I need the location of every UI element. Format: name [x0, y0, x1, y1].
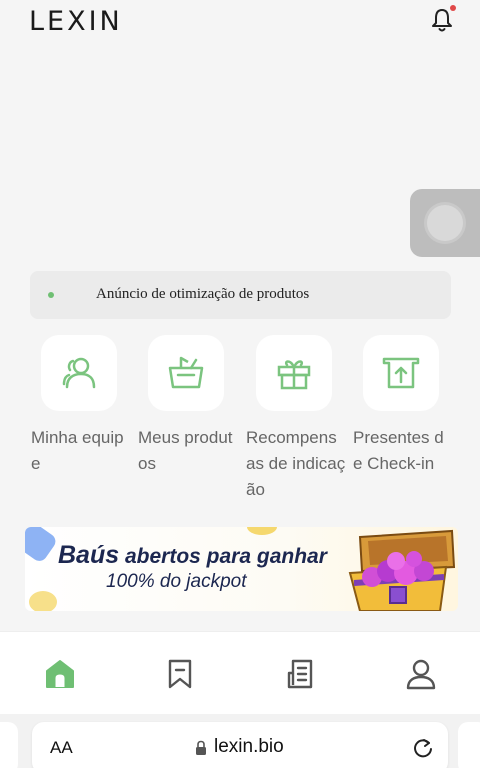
app-logo: LEXIN [29, 6, 123, 37]
banner-highlight: Baús [58, 541, 120, 569]
feature-icon-box [148, 335, 224, 411]
bottom-navigation [0, 631, 480, 714]
coin-decoration [247, 527, 277, 535]
gem-decoration [25, 527, 59, 565]
banner-headline-rest: abertos para ganhar [119, 545, 327, 568]
gift-icon [277, 360, 311, 390]
feature-icon-box [41, 335, 117, 411]
notification-dot [450, 5, 456, 11]
reload-icon[interactable] [412, 737, 434, 759]
bookmark-icon [168, 659, 192, 689]
next-tab[interactable] [458, 722, 480, 768]
feature-label: Recompensas de indicação [246, 428, 346, 499]
bell-icon[interactable] [430, 7, 454, 33]
announcement-text: Anúncio de otimização de produtos [96, 286, 310, 302]
nav-home[interactable] [42, 656, 78, 692]
nav-profile[interactable] [403, 656, 439, 692]
assistive-touch-button[interactable] [410, 189, 480, 257]
url-text: lexin.bio [214, 736, 284, 757]
feature-label: Meus produtos [138, 428, 233, 473]
checkin-icon [382, 357, 420, 389]
treasure-chest-icon [348, 529, 456, 611]
previous-tab[interactable] [0, 722, 18, 768]
team-icon [62, 357, 96, 389]
text-size-button[interactable]: AA [50, 738, 73, 758]
feature-icon-box [256, 335, 332, 411]
jackpot-banner[interactable]: Baús abertos para ganhar 100% do jackpot [25, 527, 458, 611]
nav-orders[interactable] [282, 656, 318, 692]
banner-subline: 100% do jackpot [106, 571, 247, 592]
top-header: LEXIN [0, 0, 480, 48]
basket-icon [168, 356, 204, 389]
nav-bookmarks[interactable] [162, 656, 198, 692]
announcement-bar[interactable]: Anúncio de otimização de produtos [30, 271, 451, 319]
orders-icon [287, 659, 313, 689]
browser-toolbar: AA lexin.bio [0, 714, 480, 768]
feature-label: Minha equipe [31, 428, 124, 473]
home-icon [46, 660, 74, 688]
feature-icon-box [363, 335, 439, 411]
feature-label: Presentes de Check-in [353, 428, 444, 473]
announcement-dot [48, 292, 54, 298]
address-bar[interactable]: AA lexin.bio [32, 722, 448, 768]
coin-decoration [29, 591, 57, 611]
profile-icon [406, 659, 436, 690]
banner-headline: Baús abertos para ganhar [58, 541, 327, 570]
assistive-touch-inner [427, 205, 463, 241]
lock-icon [196, 740, 206, 755]
